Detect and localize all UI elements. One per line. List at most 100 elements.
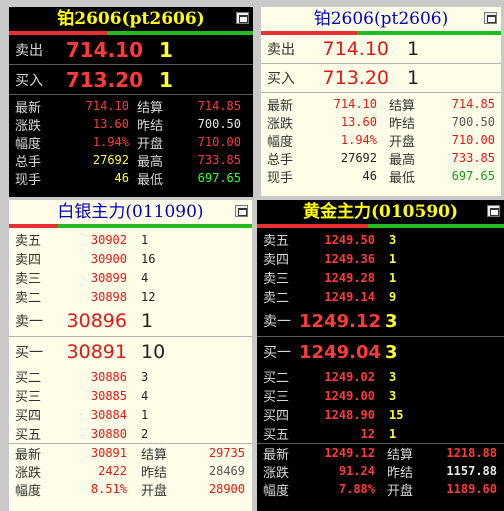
panel-title: 铂2606(pt2606) — [57, 9, 205, 29]
ask-row[interactable]: 卖二 30898 12 — [15, 287, 252, 307]
stats-row: 现手 46 最低 697.65 — [267, 167, 501, 186]
stat-value: 714.10 — [85, 99, 129, 113]
stat-label: 昨结 — [137, 118, 164, 134]
bid-level-label: 买三 — [15, 390, 42, 405]
ask-row[interactable]: 卖四 1249.36 1 — [263, 249, 504, 269]
bid-row[interactable]: 买三 1249.00 3 — [263, 386, 504, 406]
stats-table: 最新 714.10 结算 714.85 涨跌 13.60 昨结 700.50 幅… — [9, 95, 253, 188]
bid-volume: 3 — [389, 388, 397, 403]
stats-row: 幅度 1.94% 开盘 710.00 — [267, 131, 501, 150]
ask-level-label: 卖二 — [15, 291, 42, 306]
stat-value: 8.51% — [90, 482, 127, 496]
ask-volume: 1 — [389, 251, 397, 266]
stats-row: 涨跌 13.60 昨结 700.50 — [15, 115, 253, 134]
maximize-icon[interactable] — [487, 205, 500, 217]
stats-row: 最新 714.10 结算 714.85 — [267, 95, 501, 114]
ask-volume: 9 — [389, 289, 397, 304]
ask-row[interactable]: 卖二 1249.14 9 — [263, 287, 504, 307]
sell-label: 卖出 — [15, 42, 43, 59]
stat-label: 幅度 — [263, 483, 290, 499]
bid-price: 30880 — [90, 426, 127, 441]
ask-row-best[interactable]: 卖一 30896 1 — [15, 306, 252, 336]
sell-label: 卖出 — [267, 42, 295, 58]
stat-label: 最高 — [137, 154, 164, 170]
stats-row: 最新 714.10 结算 714.85 — [15, 97, 253, 116]
sell-row[interactable]: 卖出 714.10 1 — [9, 35, 253, 64]
stat-label: 昨结 — [389, 116, 416, 132]
stat-label: 总手 — [15, 154, 42, 170]
stat-value: 1249.12 — [324, 446, 375, 460]
bid-row[interactable]: 买二 1249.02 3 — [263, 367, 504, 387]
ask-volume: 3 — [389, 232, 397, 247]
buy-row[interactable]: 买入 713.20 1 — [9, 65, 253, 94]
ask-row[interactable]: 卖三 1249.28 1 — [263, 268, 504, 288]
maximize-icon[interactable] — [235, 205, 248, 217]
stats-table: 最新 1249.12 结算 1218.88 涨跌 91.24 昨结 1157.8… — [257, 444, 504, 499]
stat-value: 700.50 — [197, 117, 241, 131]
stat-label: 涨跌 — [15, 465, 42, 481]
bid-ask-ratio-bar — [9, 224, 252, 228]
stat-value: 1189.60 — [446, 482, 497, 496]
bid-row[interactable]: 买四 1248.90 15 — [263, 405, 504, 425]
panel-title: 铂2606(pt2606) — [313, 9, 449, 29]
maximize-icon[interactable] — [484, 12, 497, 24]
stats-table: 最新 714.10 结算 714.85 涨跌 13.60 昨结 700.50 幅… — [261, 93, 501, 186]
bid-price: 30886 — [90, 369, 127, 384]
ask-volume: 4 — [141, 270, 149, 285]
ask-list: 卖五 1249.50 3 卖四 1249.36 1 卖三 1249.28 1 卖… — [257, 228, 504, 336]
bid-row[interactable]: 买四 30884 1 — [15, 405, 252, 425]
bid-row[interactable]: 买三 30885 4 — [15, 386, 252, 406]
ask-row[interactable]: 卖四 30900 16 — [15, 249, 252, 269]
buy-volume: 1 — [159, 67, 173, 92]
ask-price: 30898 — [90, 289, 127, 304]
stat-value: 13.60 — [340, 115, 377, 129]
stat-value: 1157.88 — [446, 464, 497, 478]
bid-row-best[interactable]: 买一 1249.04 3 — [263, 337, 504, 367]
bid-price: 30891 — [66, 341, 127, 363]
ask-volume: 12 — [141, 289, 156, 304]
ask-level-label: 卖四 — [15, 253, 42, 268]
bid-row-best[interactable]: 买一 30891 10 — [15, 337, 252, 367]
buy-row[interactable]: 买入 713.20 1 — [261, 64, 501, 92]
ask-price: 1249.14 — [324, 289, 375, 304]
stat-label: 幅度 — [15, 136, 42, 152]
ask-row[interactable]: 卖三 30899 4 — [15, 268, 252, 288]
bid-row[interactable]: 买二 30886 3 — [15, 367, 252, 387]
stat-value: 733.85 — [451, 151, 495, 165]
stat-value: 13.60 — [92, 117, 129, 131]
stat-value: 1.94% — [340, 133, 377, 147]
stat-label: 开盘 — [387, 483, 414, 499]
bid-price: 1249.00 — [324, 388, 375, 403]
ask-row-best[interactable]: 卖一 1249.12 3 — [263, 306, 504, 336]
ask-level-label: 卖一 — [263, 314, 291, 330]
stat-value: 700.50 — [451, 115, 495, 129]
ask-row[interactable]: 卖五 1249.50 3 — [263, 230, 504, 250]
maximize-icon[interactable] — [236, 12, 249, 24]
stat-value: 733.85 — [197, 153, 241, 167]
bid-level-label: 买二 — [15, 371, 42, 386]
quote-panel-silver: 白银主力(011090) 卖五 30902 1 卖四 30900 16 卖三 3… — [9, 200, 252, 511]
bid-row[interactable]: 买五 12 1 — [263, 424, 504, 444]
stat-label: 总手 — [267, 152, 294, 168]
bid-level-label: 买五 — [15, 428, 42, 443]
bid-ask-ratio-bar — [257, 224, 504, 228]
ask-level-label: 卖五 — [15, 234, 42, 249]
stat-label: 涨跌 — [267, 116, 294, 132]
bid-volume: 10 — [141, 341, 166, 363]
stat-value: 29735 — [208, 446, 245, 460]
stat-label: 结算 — [387, 447, 414, 463]
stat-value: 714.10 — [333, 97, 377, 111]
bid-volume: 3 — [141, 369, 149, 384]
stat-label: 幅度 — [15, 483, 42, 499]
sell-row[interactable]: 卖出 714.10 1 — [261, 35, 501, 63]
ask-volume: 16 — [141, 251, 156, 266]
stat-label: 涨跌 — [263, 465, 290, 481]
bid-row[interactable]: 买五 30880 2 — [15, 424, 252, 444]
ask-level-label: 卖四 — [263, 253, 290, 268]
stat-label: 幅度 — [267, 134, 294, 150]
bid-volume: 1 — [389, 426, 397, 441]
bid-volume: 3 — [385, 341, 398, 363]
stat-label: 昨结 — [141, 465, 168, 481]
ask-row[interactable]: 卖五 30902 1 — [15, 230, 252, 250]
stat-label: 最低 — [389, 170, 416, 186]
